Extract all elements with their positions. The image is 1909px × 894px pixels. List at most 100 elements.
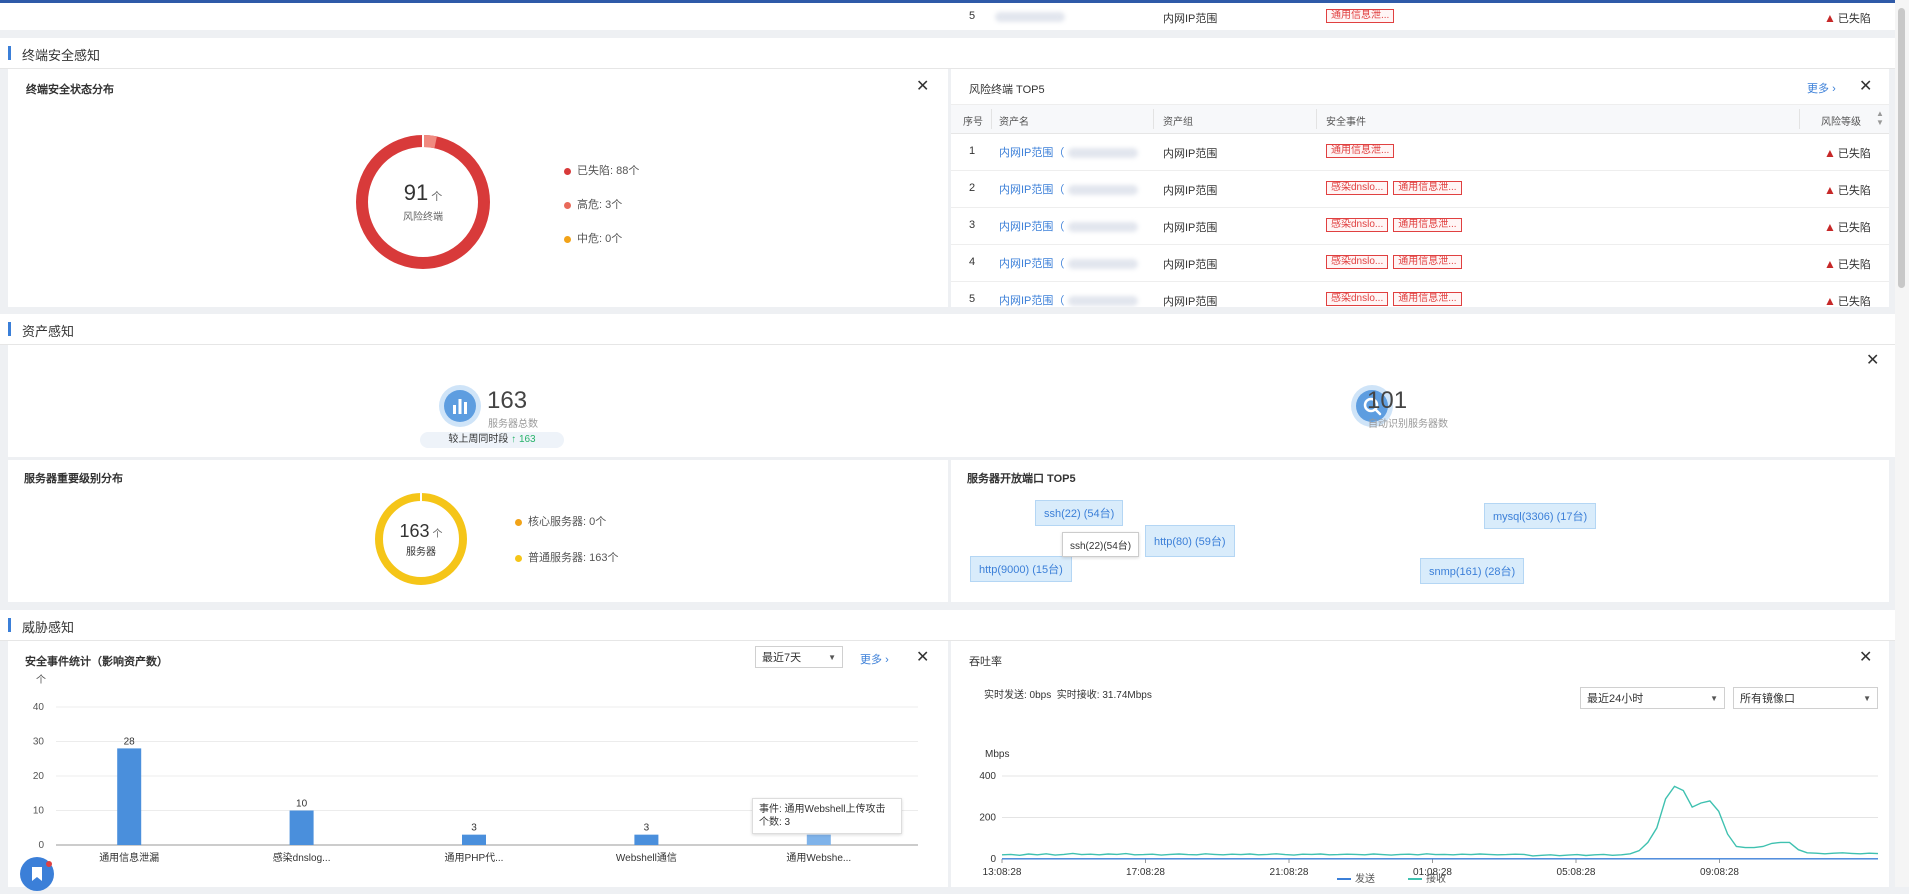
event-tag[interactable]: 感染dnslo... [1326,292,1389,306]
event-tag[interactable]: 通用信息泄... [1393,292,1462,306]
terminal-status-panel: 终端安全状态分布 ✕ 91 个 风险终端 已失陷: 88个 高危: 3个 中危:… [8,69,948,307]
legend-dot [564,201,571,209]
bar-value-label: 3 [644,823,650,834]
blurred-ip [1068,185,1139,196]
row-index: 3 [969,219,976,231]
event-tag[interactable]: 感染dnslo... [1326,218,1389,232]
y-tick-label: 30 [33,737,45,748]
row-index: 1 [969,145,976,157]
col-divider [1316,109,1317,129]
legend-label: 发送 [1355,872,1375,885]
y-axis-unit: 个 [36,674,46,686]
asset-name-link[interactable]: 内网IP范围（ [999,292,1139,307]
server-total-label: 服务器总数 [488,419,538,430]
x-tick-label: 通用PHP代... [445,852,504,864]
x-tick-label: 21:08:28 [1270,867,1309,878]
more-link[interactable]: 更多 › [860,651,889,667]
bar-chart-icon [439,385,481,427]
panel-title: 终端安全状态分布 [26,84,114,96]
section-title: 资产感知 [22,324,75,339]
asset-name-link[interactable]: 内网IP范围（ [999,255,1139,271]
x-tick-label: 05:08:28 [1557,867,1596,878]
donut-center-value: 163 [399,521,430,541]
bar [462,834,486,845]
row-index: 4 [969,256,976,268]
table-row[interactable]: 3 内网IP范围（ 内网IP范围 感染dnslo... 通用信息泄... ▲ 已失陷 [951,207,1889,245]
port-bubble[interactable]: http(9000) (15台) [970,556,1072,582]
warning-icon: ▲ [1824,257,1836,271]
more-link[interactable]: 更多 › [1807,80,1836,96]
donut-center-label: 风险终端 [403,212,443,223]
x-tick-label: 通用Webshe... [786,852,851,864]
compare-value: 163 [518,434,536,445]
event-tag[interactable]: 通用信息泄... [1393,218,1462,232]
risk-status: ▲ 已失陷 [1824,294,1871,307]
page-scrollbar-thumb[interactable] [1898,8,1905,288]
y-tick-label: 200 [979,813,996,824]
table-row[interactable]: 4 内网IP范围（ 内网IP范围 感染dnslo... 通用信息泄... ▲ 已失陷 [951,244,1889,282]
donut-segment-high [422,134,437,149]
server-total-value: 163 [487,387,528,414]
col-header-asset: 资产名 [999,117,1029,128]
x-tick-label: 17:08:28 [1126,867,1165,878]
col-header-index: 序号 [963,117,983,128]
section-accent-bar [8,322,11,336]
close-icon[interactable]: ✕ [916,650,929,666]
legend-high: 高危: 3个 [564,196,622,212]
close-icon[interactable]: ✕ [1859,650,1872,666]
section-threat-header: 威胁感知 [0,610,1895,641]
top-row-group: 内网IP范围 [1163,13,1218,25]
port-bubble[interactable]: mysql(3306) (17台) [1484,503,1597,529]
port-bubble[interactable]: ssh(22) (54台) [1035,500,1124,526]
y-tick-label: 400 [979,771,996,782]
legend-normal: 普通服务器: 163个 [515,549,618,565]
time-range-select[interactable]: 最近7天 ▼ [755,646,843,668]
events-bar-chart: 个 0 10 20 30 40 28 通用信息泄漏 10 感染dnslog... 3 通用PHP代..… [33,674,918,864]
auto-identified-label: 自动识别服务器数 [1368,419,1448,430]
asset-name-link[interactable]: 内网IP范围（ [999,144,1139,160]
table-row[interactable]: 1 内网IP范围（ 内网IP范围 通用信息泄... ▲ 已失陷 [951,133,1889,171]
top-row-status: ▲ 已失陷 [1824,11,1871,25]
legend-dot [564,167,571,175]
event-tag[interactable]: 通用信息泄... [1326,144,1395,158]
time-range-select[interactable]: 最近24小时 ▼ [1580,687,1725,709]
asset-name-link[interactable]: 内网IP范围（ [999,218,1139,234]
warning-icon: ▲ [1824,11,1836,25]
port-bubble[interactable]: snmp(161) (28台) [1420,558,1525,584]
bar-tooltip: 事件: 通用Webshell上传攻击 个数: 3 [752,798,902,834]
risk-status: ▲ 已失陷 [1824,183,1871,197]
x-tick-label: Webshell通信 [616,852,677,864]
y-tick-label: 0 [990,854,996,865]
col-divider [991,109,992,129]
mirror-port-select[interactable]: 所有镜像口 ▼ [1733,687,1878,709]
row-group: 内网IP范围 [1163,259,1218,271]
close-icon[interactable]: ✕ [1859,79,1872,95]
notification-dot [46,861,52,867]
table-row[interactable]: 5 内网IP范围（ 内网IP范围 感染dnslo... 通用信息泄... ▲ 已失陷 [951,281,1889,307]
panel-title: 服务器重要级别分布 [24,473,123,485]
close-icon[interactable]: ✕ [916,79,929,95]
compare-pill: 较上周同时段 ↑ 163 [420,432,564,448]
sort-icon[interactable]: ▲ ▼ [1876,109,1884,127]
top-row-tag[interactable]: 通用信息泄... [1326,9,1395,23]
bar [634,834,659,845]
event-tag[interactable]: 通用信息泄... [1393,181,1462,195]
blurred-ip [1068,259,1139,270]
throughput-panel: 吞吐率 ✕ 实时发送: 0bps 实时接收: 31.74Mbps 最近24小时 ▼… [951,641,1889,887]
bar [289,810,314,845]
row-group: 内网IP范围 [1163,296,1218,307]
bookmark-fab-button[interactable] [20,857,54,891]
col-header-risk[interactable]: 风险等级 [1821,113,1861,128]
row-events: 感染dnslo... 通用信息泄... [1326,181,1467,195]
col-header-events: 安全事件 [1326,117,1366,128]
close-icon[interactable]: ✕ [1866,353,1879,369]
chevron-down-icon: ▼ [1710,694,1718,703]
port-bubble[interactable]: http(80) (59台) [1145,525,1235,557]
col-divider [1799,109,1800,129]
asset-name-link[interactable]: 内网IP范围（ [999,181,1139,197]
event-tag[interactable]: 感染dnslo... [1326,255,1389,269]
table-row[interactable]: 2 内网IP范围（ 内网IP范围 感染dnslo... 通用信息泄... ▲ 已失陷 [951,170,1889,208]
event-tag[interactable]: 通用信息泄... [1393,255,1462,269]
row-group: 内网IP范围 [1163,148,1218,160]
event-tag[interactable]: 感染dnslo... [1326,181,1389,195]
